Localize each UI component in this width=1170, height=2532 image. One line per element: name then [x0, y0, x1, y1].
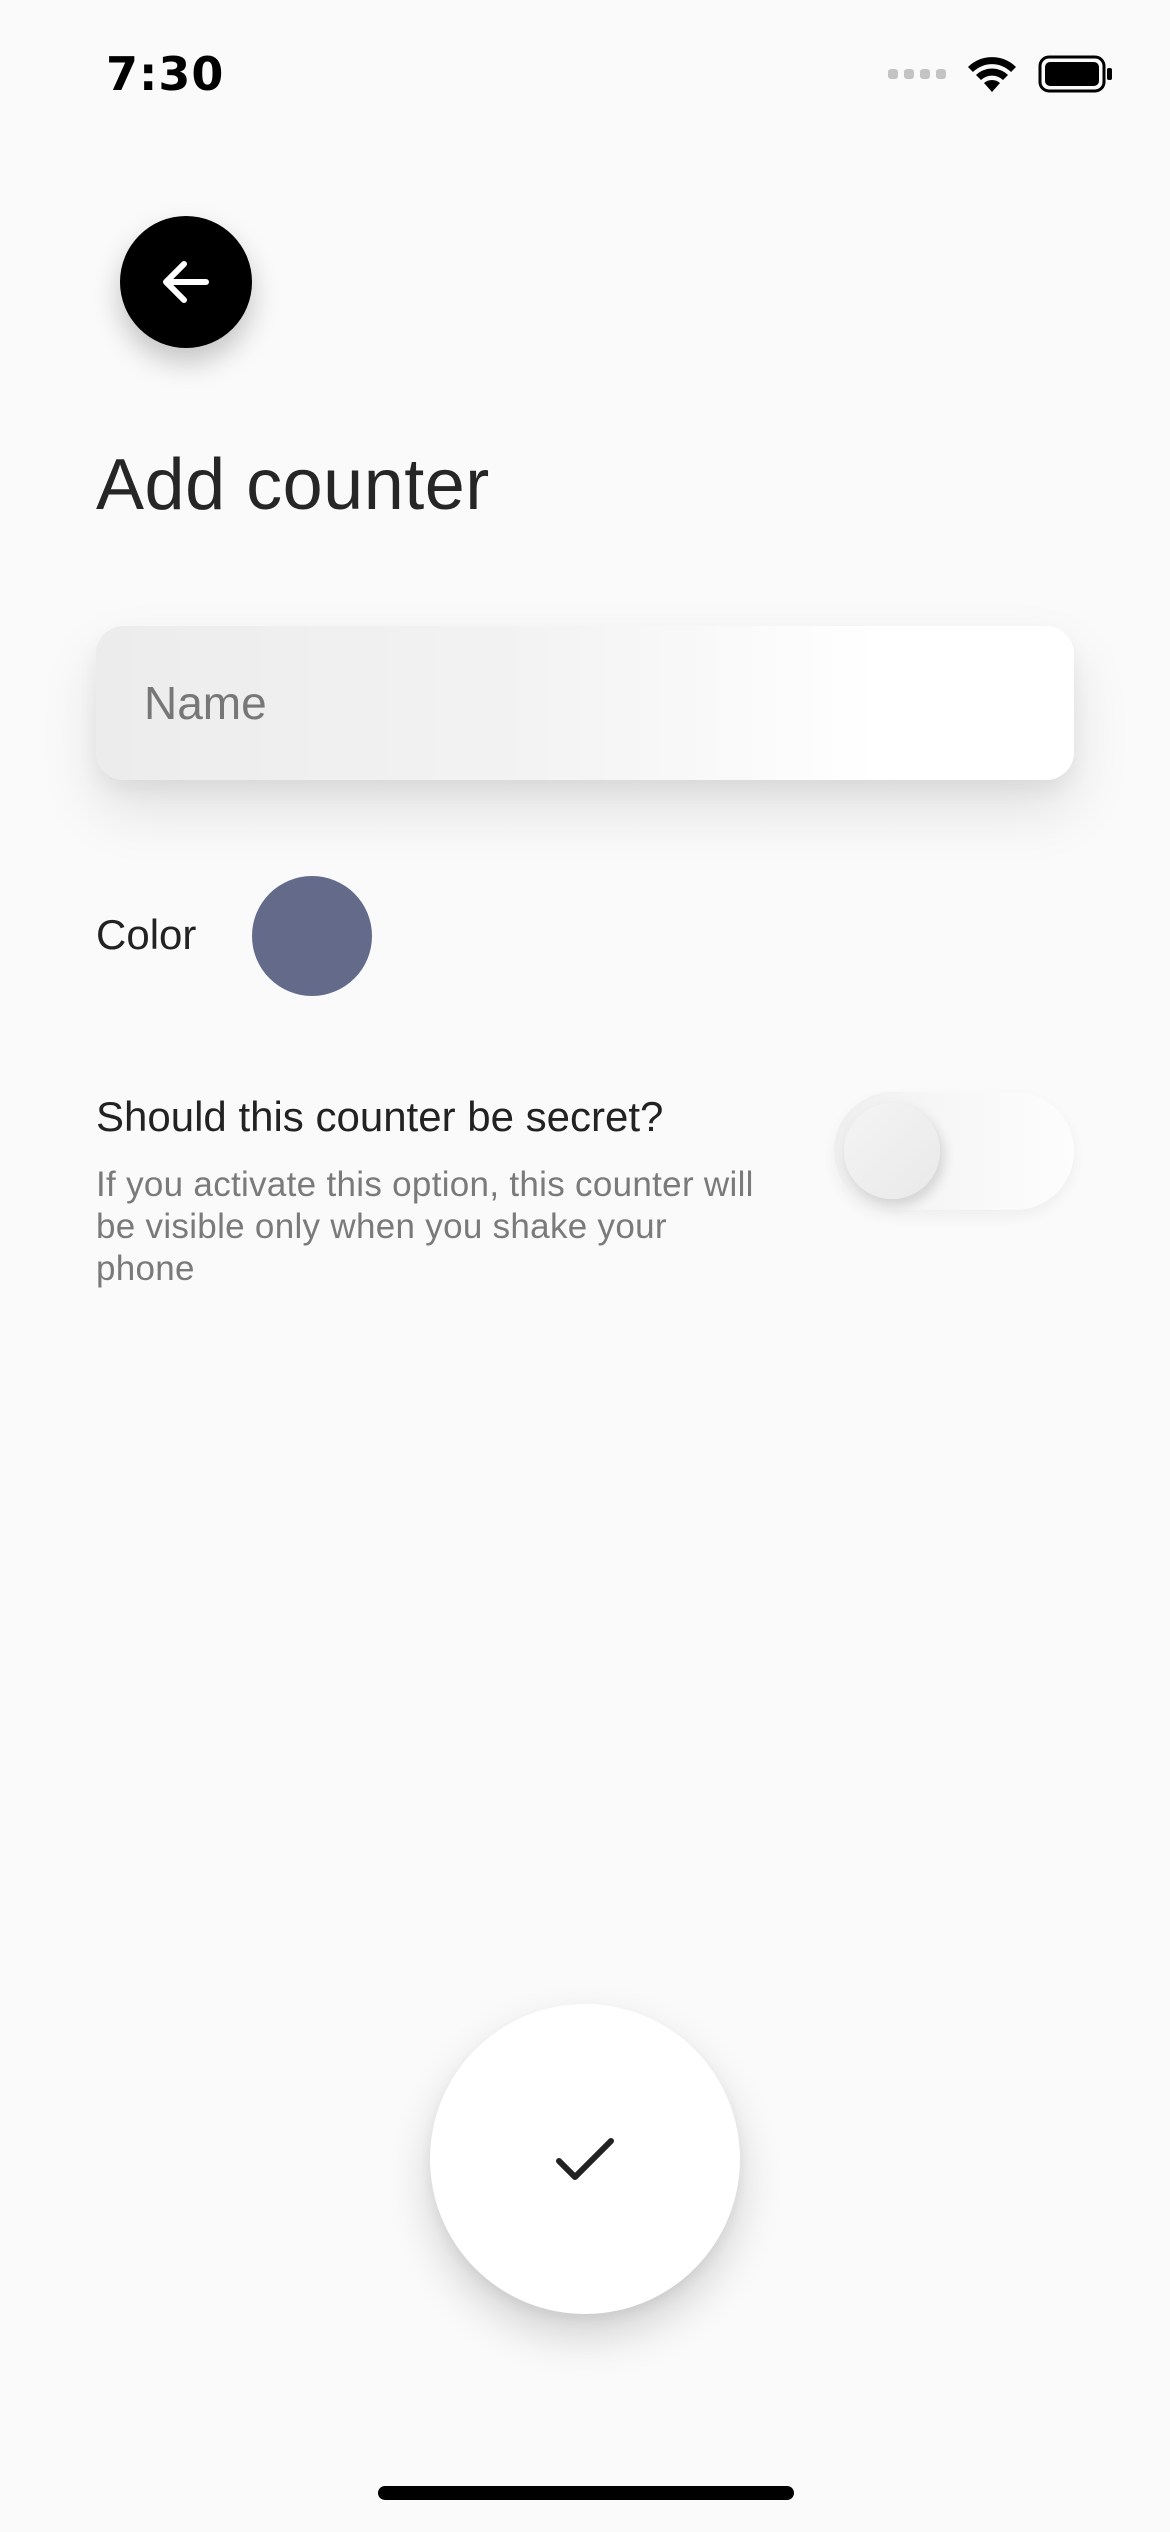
secret-option-description: If you activate this option, this counte…	[96, 1165, 754, 1288]
name-input[interactable]	[96, 626, 1074, 780]
status-time: 7:30	[106, 47, 225, 101]
secret-option-title: Should this counter be secret?	[96, 1093, 664, 1140]
checkmark-icon	[556, 2138, 614, 2180]
status-icons	[888, 52, 1114, 96]
arrow-left-icon	[163, 261, 209, 303]
cellular-signal-icon	[888, 69, 946, 79]
color-label: Color	[96, 911, 197, 958]
toggle-knob	[844, 1103, 940, 1199]
wifi-icon	[968, 57, 1016, 92]
confirm-button[interactable]	[430, 2004, 740, 2314]
battery-icon	[1038, 55, 1112, 93]
home-indicator[interactable]	[378, 2486, 794, 2500]
color-picker-swatch[interactable]	[252, 876, 372, 996]
name-field-container	[96, 626, 1074, 780]
secret-toggle[interactable]	[834, 1092, 1074, 1210]
page-title: Add counter	[96, 445, 490, 525]
back-button[interactable]	[120, 216, 252, 348]
